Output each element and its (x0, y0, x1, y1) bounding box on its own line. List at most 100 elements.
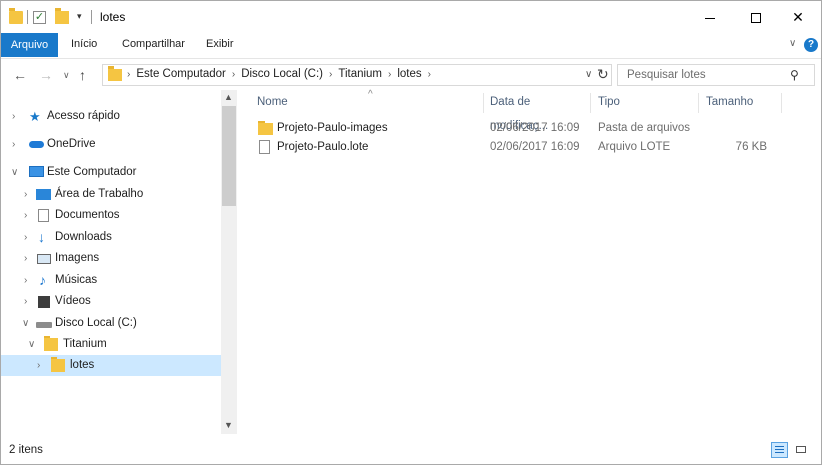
nav-item-label: Este Computador (47, 166, 137, 178)
search-icon[interactable]: ⚲ (790, 68, 799, 82)
nav-item-acesso-rapido[interactable]: › ★ Acesso rápido (1, 106, 221, 127)
breadcrumb-separator[interactable]: › (226, 69, 241, 80)
column-header-size[interactable]: Tamanho (706, 90, 786, 114)
folder-icon (108, 66, 122, 81)
nav-item-onedrive[interactable]: › OneDrive (1, 134, 221, 155)
column-divider[interactable] (781, 93, 782, 113)
tab-view[interactable]: Exibir (206, 38, 234, 50)
file-name: Projeto-Paulo-images (277, 122, 388, 134)
properties-icon[interactable]: ✓ (33, 11, 46, 24)
tab-home[interactable]: Início (71, 38, 97, 50)
details-view-button[interactable] (771, 442, 788, 458)
up-button[interactable]: ↑ (79, 67, 86, 83)
tab-share[interactable]: Compartilhar (122, 38, 185, 50)
help-icon[interactable]: ? (804, 38, 818, 52)
tab-file[interactable]: Arquivo (1, 33, 58, 57)
chevron-right-icon[interactable]: › (12, 106, 15, 127)
chevron-down-icon[interactable]: ∨ (11, 162, 18, 183)
pictures-icon (37, 254, 51, 264)
chevron-right-icon[interactable]: › (24, 270, 27, 291)
nav-item-lotes[interactable]: › lotes (1, 355, 221, 376)
sort-ascending-icon: ^ (368, 89, 373, 100)
minimize-button[interactable] (687, 1, 733, 33)
large-icons-view-button[interactable] (793, 442, 810, 458)
chevron-down-icon[interactable]: ∨ (28, 334, 35, 355)
computer-icon (29, 166, 44, 177)
column-divider[interactable] (483, 93, 484, 113)
nav-item-musicas[interactable]: › ♪ Músicas (1, 270, 221, 291)
details-view-icon (775, 446, 784, 447)
chevron-down-icon[interactable]: ∨ (22, 313, 29, 334)
music-icon: ♪ (39, 272, 46, 288)
column-header-name[interactable]: Nome ^ (257, 89, 477, 114)
column-header-type[interactable]: Tipo (598, 90, 698, 114)
address-dropdown-icon[interactable]: ∨ (585, 69, 592, 80)
breadcrumb-lotes[interactable]: lotes (397, 68, 421, 80)
nav-item-documentos[interactable]: › Documentos (1, 205, 221, 226)
breadcrumb-separator[interactable]: › (382, 69, 397, 80)
file-icon (259, 140, 270, 154)
nav-scrollbar[interactable]: ▲ ▼ (221, 90, 237, 434)
nav-item-imagens[interactable]: › Imagens (1, 248, 221, 269)
search-placeholder: Pesquisar lotes (627, 69, 706, 81)
chevron-right-icon[interactable]: › (24, 227, 27, 248)
nav-item-area-de-trabalho[interactable]: › Área de Trabalho (1, 184, 221, 205)
file-row[interactable]: Projeto-Paulo.lote 02/06/2017 16:09 Arqu… (253, 138, 813, 157)
star-icon: ★ (29, 109, 41, 124)
scrollbar-thumb[interactable] (222, 106, 236, 206)
breadcrumb-separator[interactable]: › (422, 69, 437, 80)
maximize-button[interactable] (733, 1, 779, 33)
refresh-icon[interactable]: ↻ (597, 66, 609, 83)
chevron-right-icon[interactable]: › (24, 184, 27, 205)
new-folder-icon[interactable] (55, 8, 69, 24)
nav-item-videos[interactable]: › Vídeos (1, 291, 221, 312)
file-row[interactable]: Projeto-Paulo-images 02/06/2017 16:09 Pa… (253, 119, 813, 138)
address-bar[interactable]: › Este Computador › Disco Local (C:) › Titani… (102, 64, 612, 86)
nav-item-downloads[interactable]: › ↓ Downloads (1, 227, 221, 248)
chevron-right-icon[interactable]: › (24, 205, 27, 226)
breadcrumb-este-computador[interactable]: Este Computador (136, 68, 226, 80)
downloads-icon: ↓ (38, 229, 45, 245)
desktop-icon (36, 189, 51, 200)
minimize-icon (705, 17, 715, 19)
file-modified: 02/06/2017 16:09 (490, 122, 580, 134)
nav-item-label: Área de Trabalho (55, 188, 144, 200)
nav-item-disco-local[interactable]: ∨ Disco Local (C:) (1, 313, 221, 334)
customize-quick-access-icon[interactable]: ▾ (77, 11, 82, 27)
forward-button[interactable]: → (39, 67, 53, 83)
breadcrumb-disco-local[interactable]: Disco Local (C:) (241, 68, 323, 80)
nav-item-titanium[interactable]: ∨ Titanium (1, 334, 221, 355)
maximize-icon (751, 13, 761, 24)
chevron-right-icon[interactable]: › (12, 134, 15, 155)
search-input[interactable]: Pesquisar lotes ⚲ (617, 64, 815, 86)
close-button[interactable]: ✕ (775, 1, 821, 33)
ribbon-tabs: Arquivo Início Compartilhar Exibir ∨ ? (1, 33, 821, 57)
chevron-right-icon[interactable]: › (37, 355, 40, 376)
column-divider[interactable] (590, 93, 591, 113)
nav-item-label: Downloads (55, 231, 112, 243)
chevron-right-icon[interactable]: › (24, 248, 27, 269)
item-count: 2 itens (9, 444, 43, 456)
file-type: Arquivo LOTE (598, 141, 671, 153)
file-list: Nome ^ Data de modificaç... Tipo Tamanho… (241, 89, 819, 434)
nav-item-este-computador[interactable]: ∨ Este Computador (1, 162, 221, 183)
file-modified: 02/06/2017 16:09 (490, 141, 580, 153)
column-header-modified[interactable]: Data de modificaç... (490, 90, 590, 132)
chevron-right-icon[interactable]: › (24, 291, 27, 312)
back-button[interactable]: ← (13, 67, 27, 83)
title-bar: ✓ ▾ lotes ✕ (1, 1, 821, 33)
column-header-label: Nome (257, 96, 288, 108)
column-divider[interactable] (698, 93, 699, 113)
nav-item-label: OneDrive (47, 138, 96, 150)
videos-icon (38, 296, 50, 308)
recent-locations-icon[interactable]: ∨ (63, 70, 70, 81)
file-name: Projeto-Paulo.lote (277, 141, 369, 153)
scroll-down-icon[interactable]: ▼ (224, 420, 233, 430)
breadcrumb-separator[interactable]: › (323, 69, 338, 80)
scroll-up-icon[interactable]: ▲ (224, 92, 233, 102)
breadcrumb-separator[interactable]: › (127, 69, 136, 80)
breadcrumb-titanium[interactable]: Titanium (338, 68, 382, 80)
nav-item-label: Acesso rápido (47, 110, 120, 122)
expand-ribbon-icon[interactable]: ∨ (789, 38, 796, 49)
nav-item-label: lotes (70, 359, 95, 371)
